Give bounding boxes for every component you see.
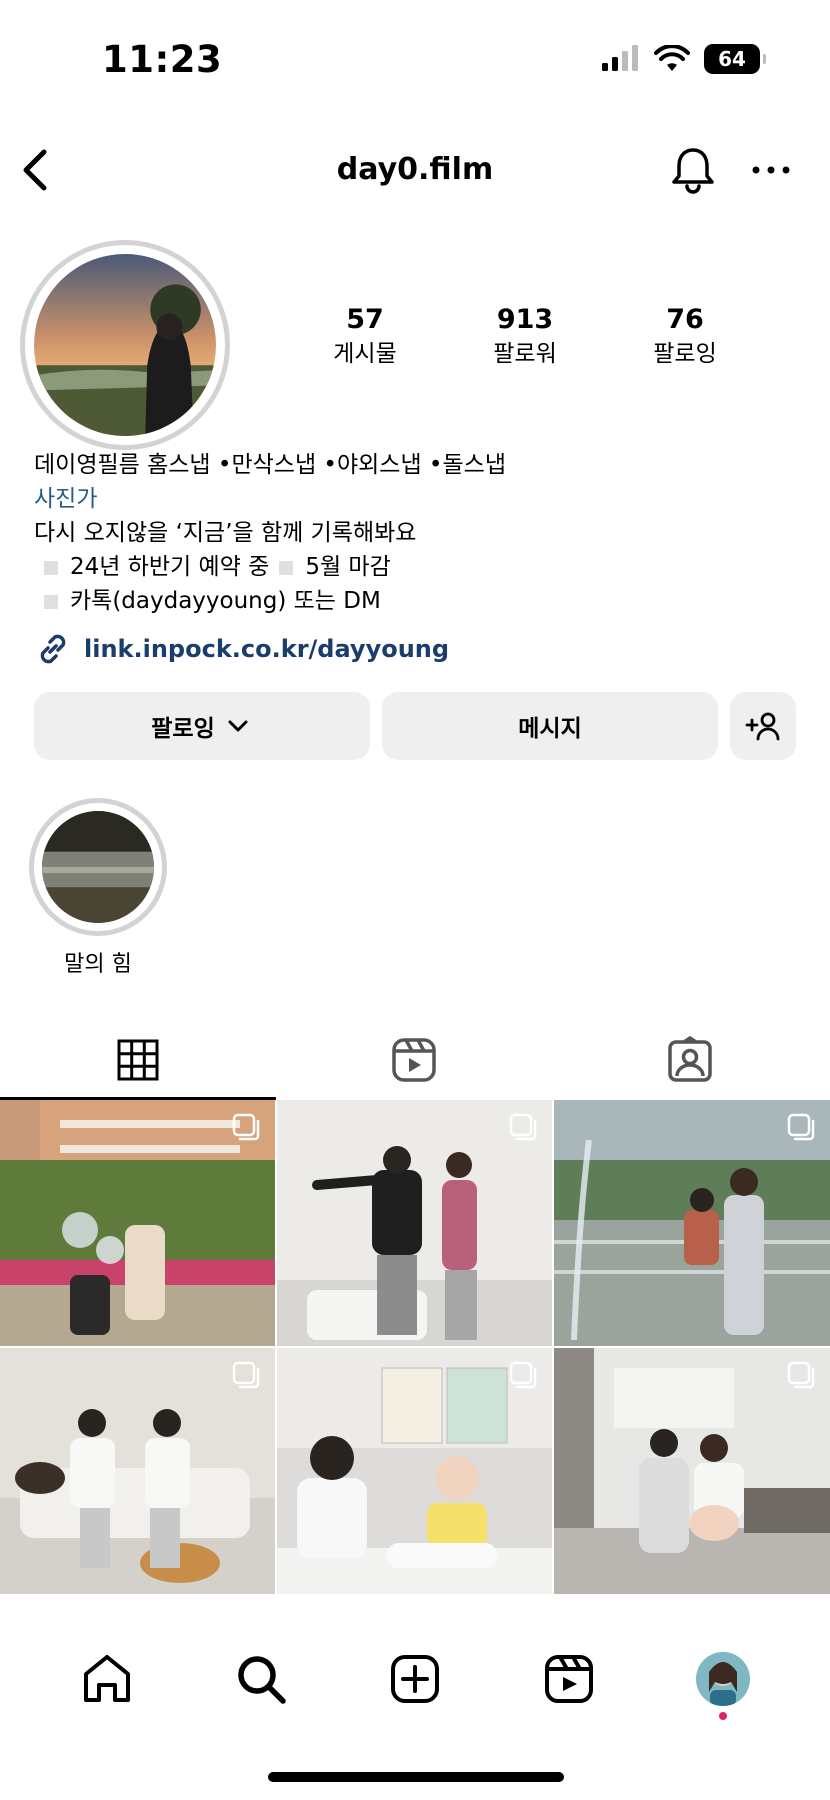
nav-home[interactable]: [72, 1644, 142, 1714]
status-bar: 11:23 64: [0, 0, 830, 120]
post-thumbnail[interactable]: [0, 1100, 275, 1346]
wifi-icon: [654, 45, 690, 71]
square-bullet-icon: [44, 594, 58, 609]
profile-tabs: [0, 1020, 830, 1100]
nav-reels[interactable]: [534, 1644, 604, 1714]
stat-label: 팔로잉: [653, 341, 717, 367]
carousel-icon: [509, 1113, 537, 1141]
bio-category[interactable]: 사진가: [34, 482, 814, 516]
story-highlight[interactable]: 말의 힘: [28, 798, 168, 978]
profile-actions: 팔로잉 메시지: [34, 692, 796, 760]
profile-stats: 57 게시물 913 팔로워 76 팔로잉: [290, 302, 760, 370]
bio-text: 5월 마감: [305, 554, 391, 580]
posts-grid: [0, 1100, 830, 1594]
home-icon: [84, 1655, 130, 1702]
nav-profile[interactable]: [688, 1644, 758, 1720]
post-thumbnail[interactable]: [554, 1100, 830, 1346]
stat-value: 76: [666, 304, 704, 335]
stat-label: 팔로워: [493, 341, 557, 367]
more-options-button[interactable]: [748, 150, 794, 190]
create-icon: [391, 1655, 439, 1703]
status-icons: 64: [600, 44, 766, 74]
carousel-icon: [232, 1113, 260, 1141]
tagged-icon: [668, 1036, 712, 1082]
grid-icon: [117, 1039, 159, 1081]
profile-avatar[interactable]: [20, 240, 230, 450]
bio-name: 데이영필름 홈스냅 •만삭스냅 •야외스냅 •돌스냅: [34, 452, 506, 478]
post-thumbnail[interactable]: [554, 1348, 830, 1594]
following-label: 팔로잉: [151, 716, 215, 742]
stat-label: 게시물: [333, 341, 397, 367]
post-thumbnail[interactable]: [277, 1100, 552, 1346]
posts-count[interactable]: 57 게시물: [290, 302, 440, 370]
post-thumbnail[interactable]: [277, 1348, 552, 1594]
stat-value: 913: [496, 304, 554, 335]
reels-icon: [545, 1655, 593, 1703]
add-user-icon: [745, 712, 780, 741]
stat-value: 57: [346, 304, 384, 335]
nav-search[interactable]: [226, 1644, 296, 1714]
suggest-users-button[interactable]: [730, 692, 796, 760]
search-icon: [238, 1656, 286, 1704]
following-button[interactable]: 팔로잉: [34, 692, 370, 760]
following-count[interactable]: 76 팔로잉: [610, 302, 760, 370]
bio-line: 카톡(daydayyoung) 또는 DM: [34, 584, 814, 618]
bio-line: 다시 오지않을 ‘지금’을 함께 기록해봐요: [34, 520, 417, 546]
carousel-icon: [509, 1361, 537, 1389]
message-button[interactable]: 메시지: [382, 692, 718, 760]
bell-icon: [672, 148, 714, 194]
reels-icon: [392, 1038, 436, 1082]
battery-level: 64: [718, 47, 746, 71]
bio-text: 카톡(daydayyoung) 또는 DM: [70, 588, 381, 614]
carousel-icon: [787, 1113, 815, 1141]
bottom-navigation: [0, 1624, 830, 1734]
post-thumbnail[interactable]: [0, 1348, 275, 1594]
highlight-cover: [42, 811, 154, 923]
square-bullet-icon: [44, 560, 58, 575]
profile-photo: [34, 254, 216, 436]
highlight-ring: [29, 798, 167, 936]
profile-bio: 데이영필름 홈스냅 •만삭스냅 •야외스냅 •돌스냅 사진가 다시 오지않을 ‘…: [34, 448, 814, 668]
chevron-down-icon: [228, 720, 248, 732]
status-time: 11:23: [102, 38, 223, 81]
more-dots-icon: [752, 166, 790, 174]
notifications-button[interactable]: [667, 144, 719, 196]
notification-dot: [719, 1712, 727, 1720]
followers-count[interactable]: 913 팔로워: [450, 302, 600, 370]
bio-text: 24년 하반기 예약 중: [70, 554, 270, 580]
link-icon: [40, 634, 66, 664]
square-bullet-icon: [279, 560, 294, 575]
tab-tagged[interactable]: [552, 1020, 828, 1100]
tab-reels[interactable]: [276, 1020, 552, 1100]
message-label: 메시지: [518, 716, 582, 742]
profile-header: day0.film: [0, 140, 830, 200]
highlight-label: 말의 힘: [64, 952, 132, 977]
battery-icon: 64: [704, 44, 766, 74]
bio-link[interactable]: link.inpock.co.kr/dayyoung: [34, 630, 814, 668]
link-text: link.inpock.co.kr/dayyoung: [84, 635, 450, 663]
signal-icon: [602, 45, 638, 71]
bio-line: 24년 하반기 예약 중 5월 마감: [34, 550, 814, 584]
profile-avatar-icon: [696, 1652, 750, 1706]
carousel-icon: [232, 1361, 260, 1389]
nav-create[interactable]: [380, 1644, 450, 1714]
home-indicator: [268, 1772, 564, 1782]
carousel-icon: [787, 1361, 815, 1389]
tab-posts[interactable]: [0, 1020, 276, 1100]
